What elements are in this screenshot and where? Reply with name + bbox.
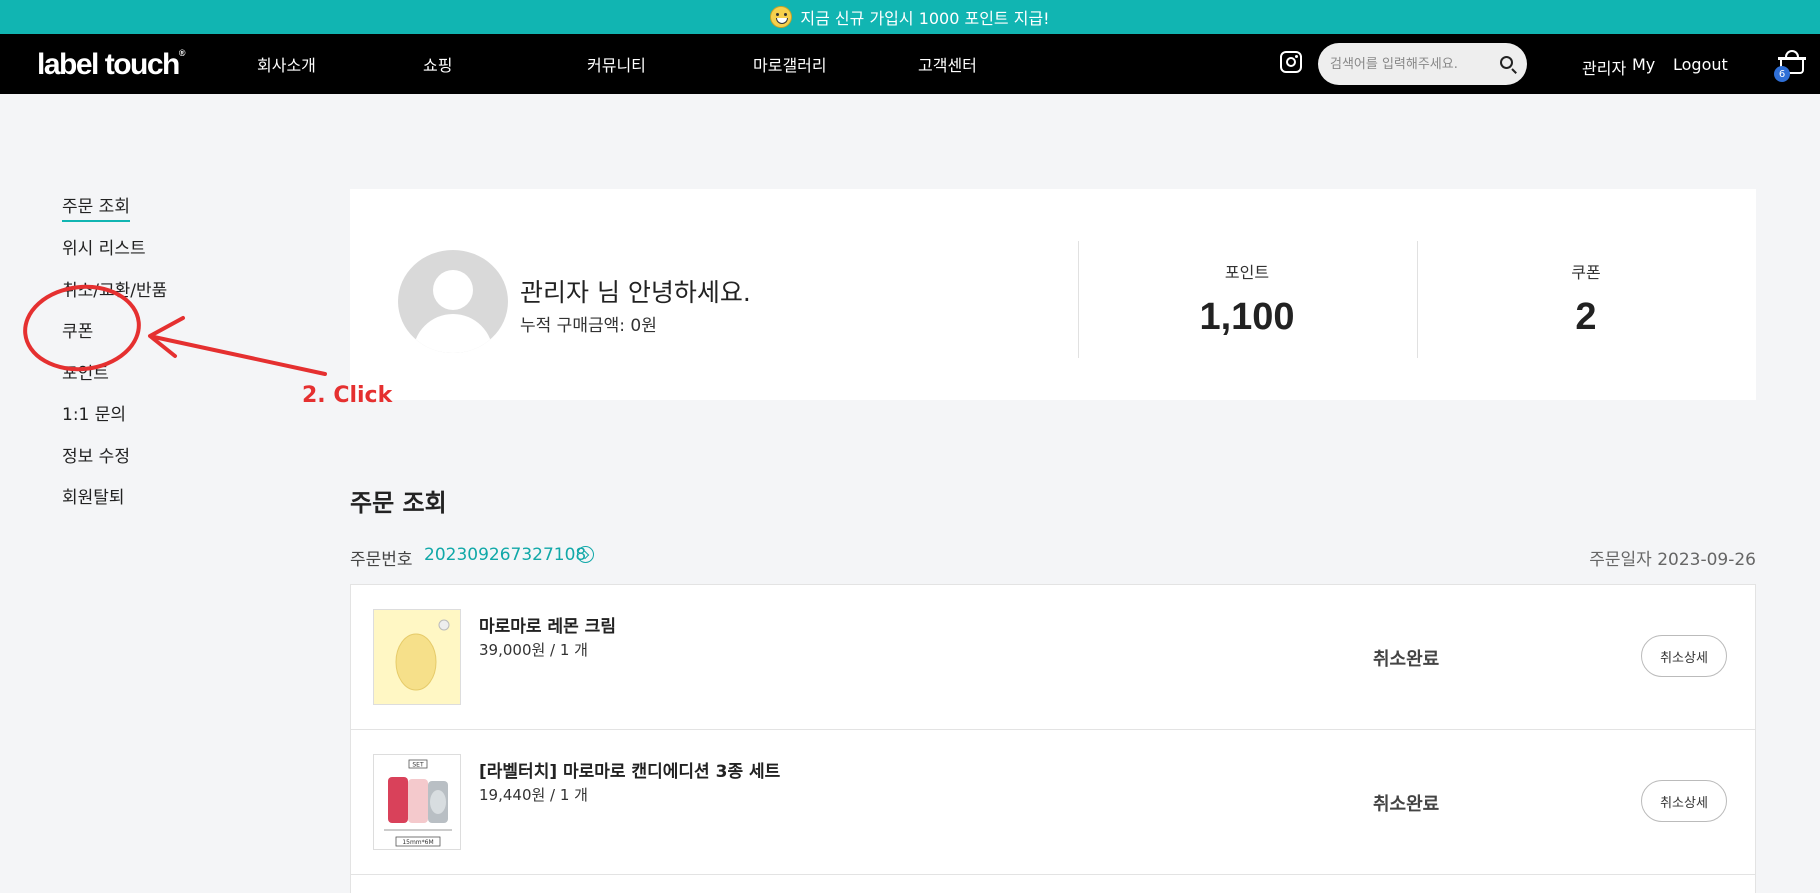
product-thumbnail[interactable] <box>373 609 461 705</box>
nav-company[interactable]: 회사소개 <box>257 52 316 76</box>
sidebar-item-withdraw[interactable]: 회원탈퇴 <box>62 483 125 508</box>
coupon-value: 2 <box>1575 296 1597 338</box>
cart-count-badge: 6 <box>1774 66 1790 82</box>
purchase-total: 누적 구매금액: 0원 <box>520 316 657 336</box>
promo-text: 지금 신규 가입시 1000 포인트 지급! <box>800 9 1050 28</box>
instagram-icon[interactable] <box>1280 51 1302 73</box>
divider <box>1417 241 1418 358</box>
coupon-label: 쿠폰 <box>1571 263 1601 282</box>
logo[interactable]: label touch® <box>37 48 186 82</box>
sidebar-item-order-lookup[interactable]: 주문 조회 <box>62 192 130 222</box>
product-name[interactable]: [라벨터치] 마로마로 캔디에디션 3종 세트 <box>479 757 780 782</box>
annotation-arrow <box>152 335 327 376</box>
order-number-link[interactable]: 202309267327108 <box>424 545 586 565</box>
top-navbar: label touch® 회사소개 쇼핑 커뮤니티 마로갤러리 고객센터 관리자… <box>0 34 1820 94</box>
nav-gallery[interactable]: 마로갤러리 <box>753 52 827 76</box>
cancel-detail-button[interactable]: 취소상세 <box>1641 635 1727 677</box>
sidebar-item-edit-info[interactable]: 정보 수정 <box>62 442 130 467</box>
sidebar-item-wishlist[interactable]: 위시 리스트 <box>62 234 146 259</box>
profile-summary-card: 관리자 님 안녕하세요. 누적 구매금액: 0원 포인트 1,100 쿠폰 2 <box>350 189 1756 400</box>
annotation-arrowhead <box>148 316 185 358</box>
search-icon[interactable] <box>1500 56 1513 69</box>
product-price: 19,440원 / 1 개 <box>479 786 588 804</box>
order-item-row: 마로마로 레몬 크림 39,000원 / 1 개 취소완료 취소상세 <box>351 585 1755 730</box>
points-label: 포인트 <box>1224 263 1270 282</box>
nav-shopping[interactable]: 쇼핑 <box>423 52 452 76</box>
nav-customer-center[interactable]: 고객센터 <box>918 52 977 76</box>
order-date: 주문일자 2023-09-26 <box>1589 550 1756 570</box>
promo-banner: 지금 신규 가입시 1000 포인트 지급! <box>0 0 1820 34</box>
product-thumbnail[interactable]: SET 15mm*6M <box>373 754 461 850</box>
nav-community[interactable]: 커뮤니티 <box>587 52 646 76</box>
logout-link[interactable]: Logout <box>1673 55 1728 74</box>
product-price: 39,000원 / 1 개 <box>479 641 588 659</box>
user-name: 관리자 <box>1582 59 1627 78</box>
product-name[interactable]: 마로마로 레몬 크림 <box>479 612 616 637</box>
set-badge-text: SET <box>412 762 424 769</box>
sidebar-item-coupon[interactable]: 쿠폰 <box>62 317 93 342</box>
chevron-right-icon[interactable] <box>577 546 594 563</box>
sidebar-item-points[interactable]: 포인트 <box>62 359 109 384</box>
order-item-list: 마로마로 레몬 크림 39,000원 / 1 개 취소완료 취소상세 SET 1… <box>350 584 1756 893</box>
order-status: 취소완료 <box>1373 794 1440 815</box>
sidebar-item-inquiry[interactable]: 1:1 문의 <box>62 400 126 425</box>
order-status: 취소완료 <box>1373 649 1440 670</box>
order-number-label: 주문번호 <box>350 550 413 570</box>
logo-text: label touch <box>37 48 180 81</box>
search-input[interactable] <box>1330 53 1490 75</box>
my-page-link[interactable]: My <box>1632 55 1655 74</box>
sidebar-item-cancel-exchange-return[interactable]: 취소/교환/반품 <box>62 276 167 301</box>
size-caption-text: 15mm*6M <box>402 839 433 846</box>
section-title: 주문 조회 <box>350 489 447 517</box>
annotation-label: 2. Click <box>302 383 393 408</box>
greeting-text: 관리자 님 안녕하세요. <box>520 278 751 307</box>
points-value: 1,100 <box>1199 296 1295 338</box>
smiley-icon <box>770 6 793 28</box>
divider <box>1078 241 1079 358</box>
search-box <box>1318 43 1527 85</box>
avatar <box>398 250 508 353</box>
order-item-row: SET 15mm*6M [라벨터치] 마로마로 캔디에디션 3종 세트 19,4… <box>351 730 1755 875</box>
cancel-detail-button[interactable]: 취소상세 <box>1641 780 1727 822</box>
